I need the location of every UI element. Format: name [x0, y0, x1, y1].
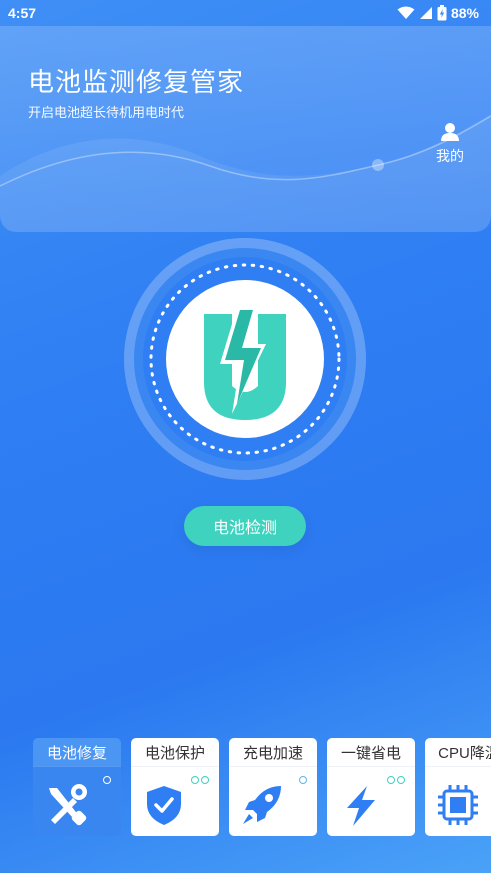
indicator-dot — [103, 776, 111, 784]
indicator-dots — [103, 776, 111, 784]
feature-battery-repair[interactable]: 电池修复 — [33, 738, 121, 836]
feature-label: 充电加速 — [242, 744, 303, 762]
feature-label: 电池修复 — [33, 738, 121, 766]
rocket-icon — [243, 786, 281, 824]
header-wave-decoration — [0, 114, 491, 232]
battery-icon — [437, 5, 447, 21]
repair-tools-icon — [49, 784, 87, 826]
wifi-icon — [397, 6, 415, 19]
user-icon — [441, 123, 459, 141]
status-icons: 88% — [397, 5, 479, 21]
indicator-dot — [397, 776, 405, 784]
feature-divider — [229, 766, 317, 767]
shield-check-icon — [147, 786, 181, 825]
indicator-dots — [299, 776, 307, 784]
indicator-dots — [387, 776, 405, 784]
feature-power-save[interactable]: 一键省电 — [327, 738, 415, 836]
feature-divider — [131, 766, 219, 767]
feature-label: 电池保护 — [144, 744, 205, 762]
feature-label: CPU降温 — [438, 744, 491, 762]
feature-label: 一键省电 — [340, 744, 401, 762]
mine-button[interactable]: 我的 — [430, 122, 470, 166]
cpu-chip-icon — [438, 785, 478, 825]
indicator-dot — [387, 776, 395, 784]
battery-logo-icon — [204, 304, 286, 420]
feature-divider — [327, 766, 415, 767]
feature-divider — [33, 766, 121, 767]
feature-cpu-cool[interactable]: CPU降温 — [425, 738, 491, 836]
indicator-dot — [191, 776, 199, 784]
indicator-dots — [191, 776, 209, 784]
status-bar: 4:57 88% — [0, 0, 491, 26]
lightning-icon — [347, 786, 375, 826]
mine-label: 我的 — [436, 148, 464, 164]
ring-graphic — [124, 238, 366, 480]
feature-charge-boost[interactable]: 充电加速 — [229, 738, 317, 836]
battery-check-button[interactable]: 电池检测 — [184, 506, 306, 546]
feature-battery-protect[interactable]: 电池保护 — [131, 738, 219, 836]
signal-icon — [419, 7, 432, 19]
header-card: 电池监测修复管家 开启电池超长待机用电时代 我的 — [0, 26, 491, 232]
indicator-dot — [201, 776, 209, 784]
status-time: 4:57 — [8, 5, 37, 21]
app-subtitle: 开启电池超长待机用电时代 — [28, 105, 185, 120]
feature-divider — [425, 766, 491, 767]
indicator-dot — [299, 776, 307, 784]
battery-status-ring[interactable] — [122, 236, 368, 482]
battery-percent: 88% — [450, 5, 479, 21]
feature-row: 电池修复 电池保护 充电加速 一键省电 CPU降 — [33, 738, 491, 836]
app-title: 电池监测修复管家 — [28, 67, 245, 97]
